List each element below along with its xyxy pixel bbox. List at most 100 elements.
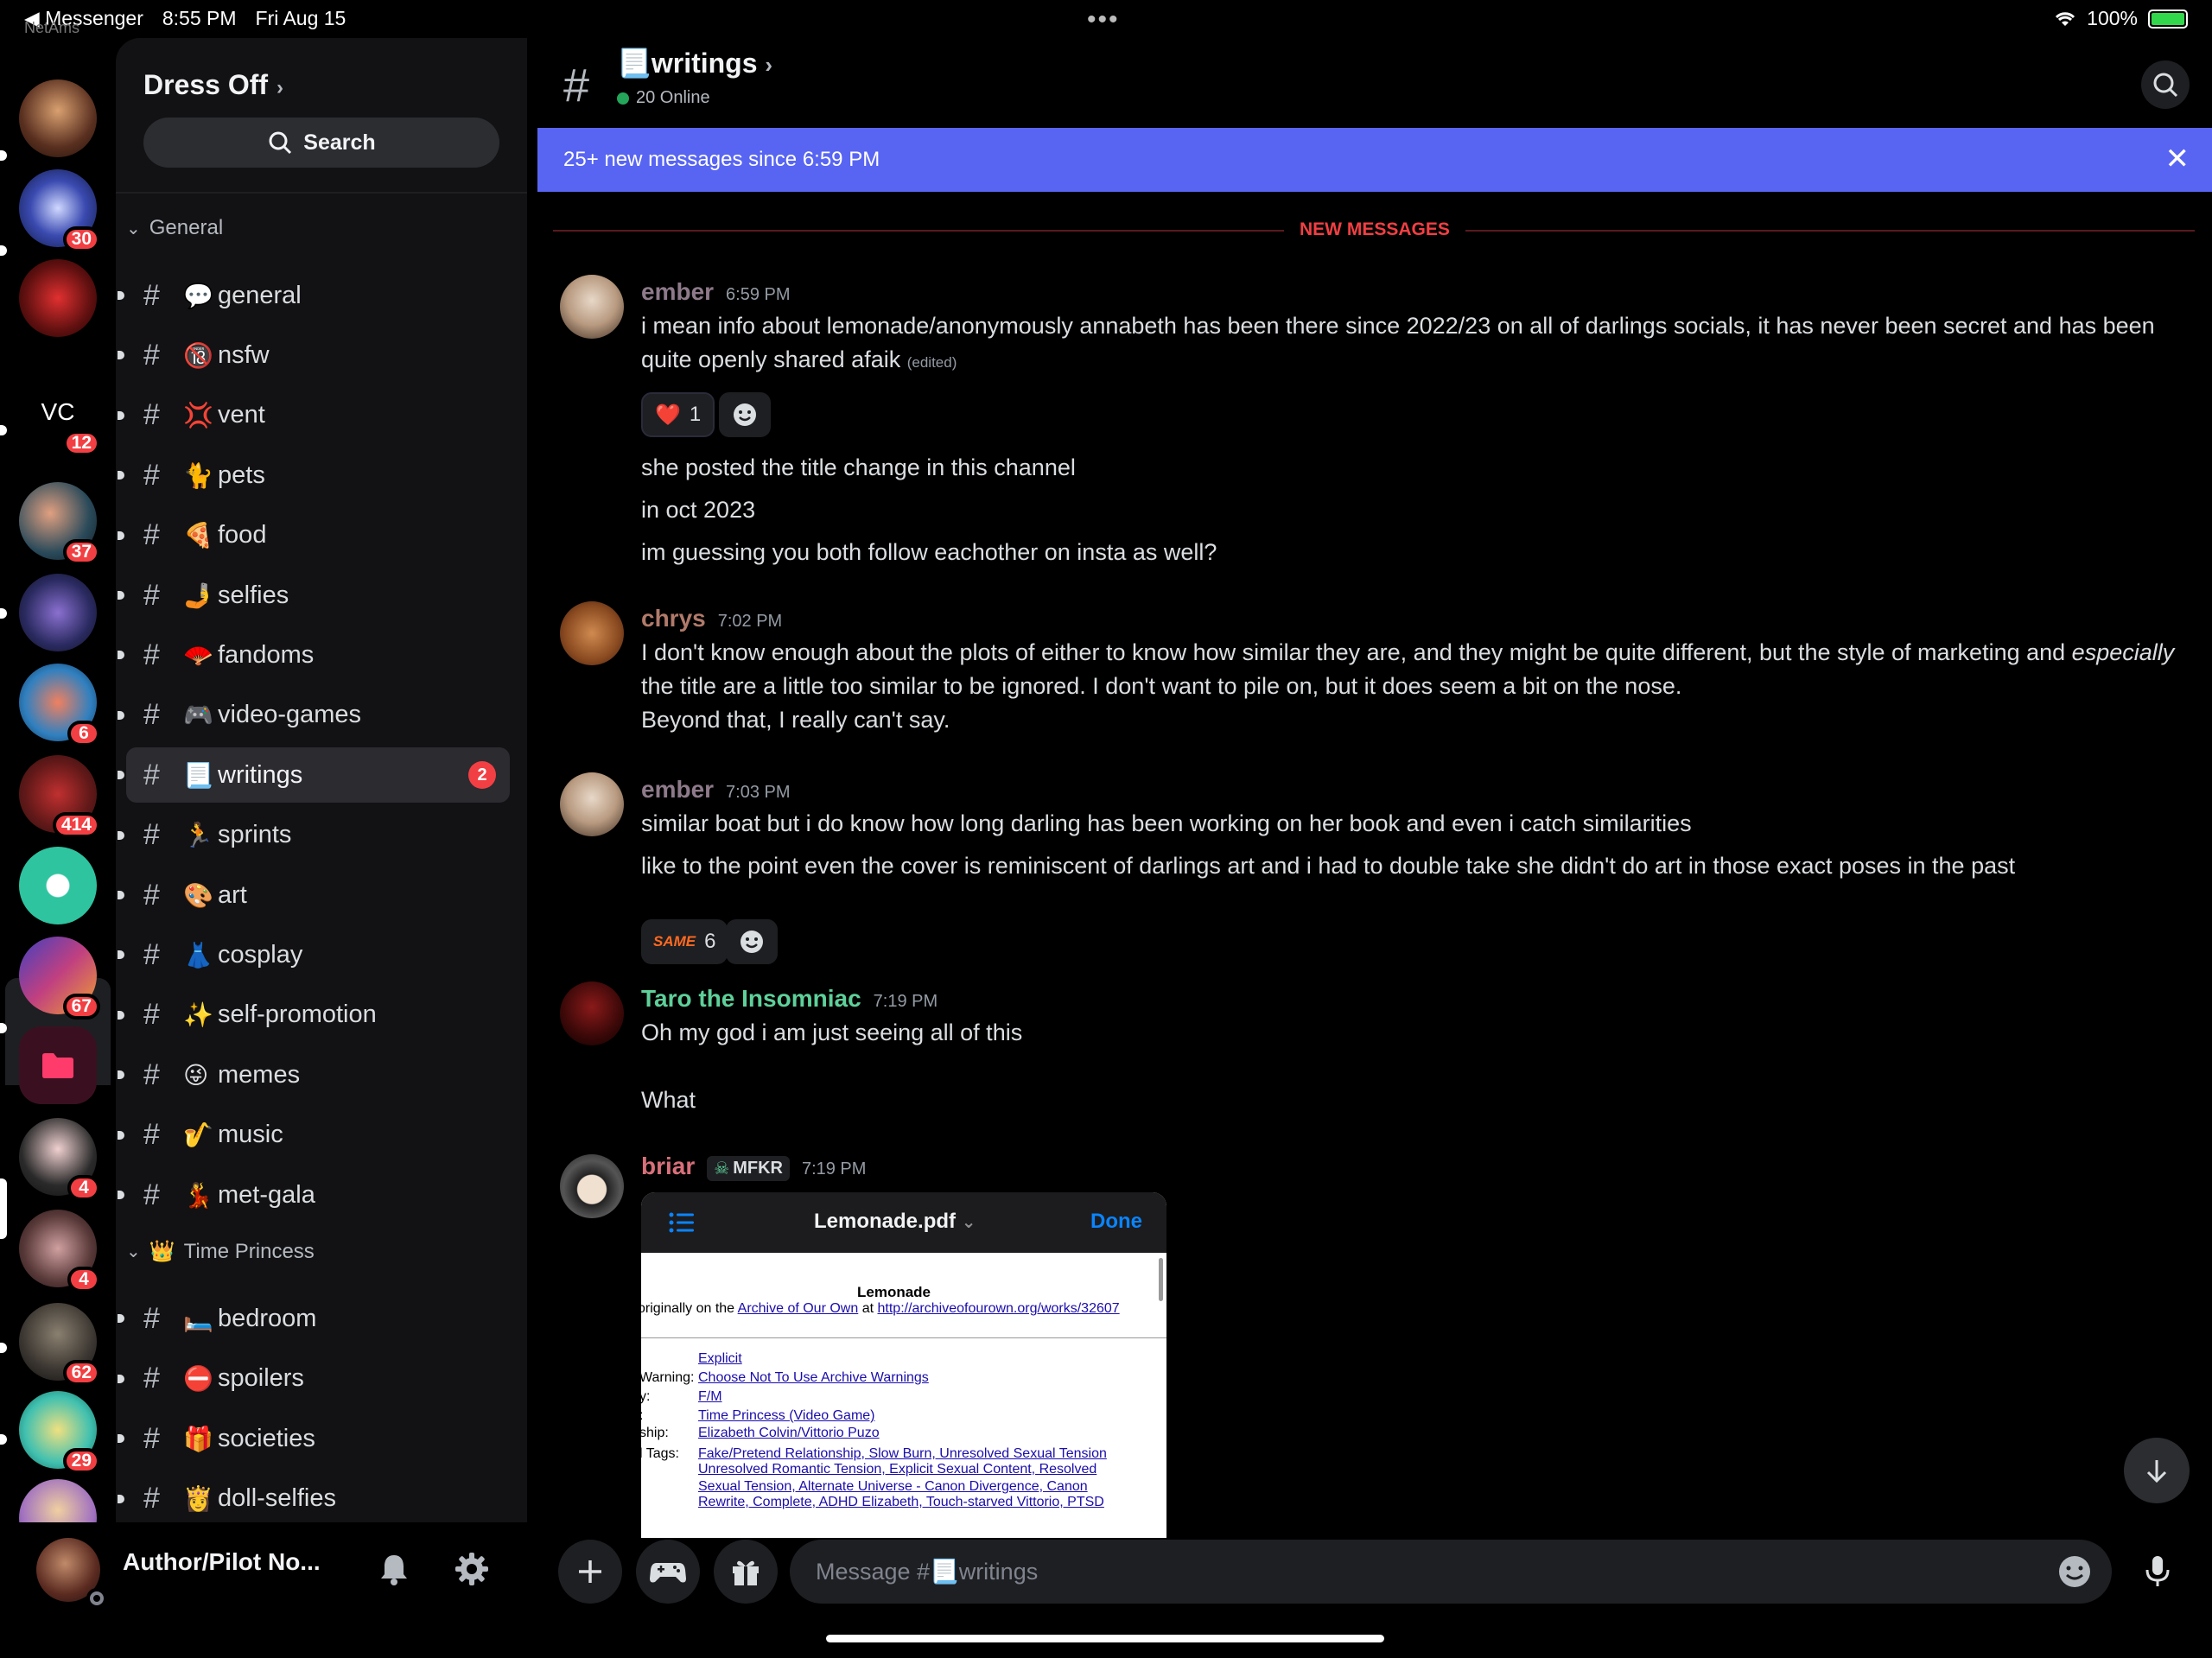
pdf-row-value[interactable]: F/M (698, 1389, 722, 1405)
message-author[interactable]: briar (641, 1153, 695, 1180)
channel-label: memes (218, 1060, 301, 1089)
channel-item-general[interactable]: # 💬 general (118, 268, 510, 323)
channel-item-spoilers[interactable]: # ⛔ spoilers (118, 1351, 510, 1407)
hash-icon: # (143, 278, 160, 312)
channel-item-video-games[interactable]: # 🎮 video-games (118, 688, 510, 743)
server-icon[interactable] (19, 847, 97, 924)
channel-item-selfies[interactable]: # 🤳 selfies (118, 568, 510, 623)
channel-item-bedroom[interactable]: # 🛏️ bedroom (118, 1291, 510, 1346)
role-tag[interactable]: ☠ MFKR (707, 1156, 790, 1181)
close-icon[interactable]: ✕ (2165, 142, 2190, 176)
add-reaction-button[interactable] (726, 919, 778, 964)
pdf-row-value[interactable]: Time Princess (Video Game) (698, 1408, 875, 1424)
pdf-row-value[interactable]: Rewrite, Complete, ADHD Elizabeth, Touch… (698, 1495, 1104, 1510)
chat-search-button[interactable] (2141, 60, 2190, 109)
activities-button[interactable] (636, 1540, 700, 1604)
channel-label: pets (218, 461, 265, 489)
avatar[interactable] (560, 601, 624, 665)
channel-item-memes[interactable]: # 😜 memes (118, 1047, 510, 1102)
server-icon[interactable] (19, 574, 97, 651)
pdf-row-value[interactable]: Choose Not To Use Archive Warnings (698, 1370, 929, 1386)
category-header[interactable]: ⌄ General (126, 216, 223, 240)
jump-to-bottom-button[interactable] (2124, 1438, 2190, 1503)
server-icon[interactable]: 4 (19, 1210, 100, 1293)
gift-button[interactable] (714, 1540, 778, 1604)
emoji-picker-icon[interactable] (2056, 1553, 2093, 1590)
avatar[interactable] (560, 981, 624, 1045)
channel-item-self-promotion[interactable]: # ✨ self-promotion (118, 988, 510, 1043)
server-folder[interactable] (19, 1026, 97, 1104)
pdf-attachment[interactable]: Lemonade.pdf ⌄ Done Lemonade originally … (641, 1192, 1166, 1538)
pdf-row-value[interactable]: Sexual Tension, Alternate Universe - Can… (698, 1479, 1088, 1495)
done-button[interactable]: Done (1090, 1210, 1142, 1234)
message-author[interactable]: chrys (641, 605, 706, 632)
avatar[interactable] (560, 772, 624, 836)
channel-item-fandoms[interactable]: # 🪭 fandoms (118, 627, 510, 683)
server-icon[interactable] (19, 259, 97, 337)
message-author[interactable]: ember (641, 776, 714, 804)
multitask-dots-icon[interactable]: ••• (1087, 5, 1120, 35)
pdf-ao3-link[interactable]: Archive of Our Own (738, 1301, 859, 1316)
server-icon-text[interactable]: VC 12 (19, 373, 100, 456)
avatar[interactable] (560, 275, 624, 339)
server-icon[interactable]: 67 (19, 937, 100, 1020)
channel-label: nsfw (218, 340, 270, 369)
pdf-file-name[interactable]: Lemonade.pdf ⌄ (814, 1210, 976, 1234)
channel-item-societies[interactable]: # 🎁 societies (118, 1411, 510, 1466)
search-button[interactable]: Search (143, 118, 499, 168)
add-attachment-button[interactable] (558, 1540, 622, 1604)
server-icon[interactable]: 62 (19, 1303, 100, 1386)
pdf-row-value[interactable]: Elizabeth Colvin/Vittorio Puzo (698, 1426, 880, 1441)
channel-item-doll-selfies[interactable]: # 👸 doll-selfies (118, 1471, 510, 1524)
server-name[interactable]: Dress Off › (143, 69, 283, 101)
server-icon[interactable]: 37 (19, 482, 100, 565)
server-icon[interactable]: 414 (19, 755, 100, 838)
channel-item-sprints[interactable]: # 🏃 sprints (118, 808, 510, 863)
smiley-icon (734, 403, 756, 426)
category-header[interactable]: ⌄ 👑 Time Princess (126, 1239, 315, 1264)
pdf-url-link[interactable]: http://archiveofourown.org/works/32607 (878, 1301, 1120, 1316)
message-author[interactable]: ember (641, 278, 714, 306)
reaction-heart[interactable]: ❤️ 1 (641, 392, 715, 437)
server-icon[interactable]: 30 (19, 169, 100, 252)
pdf-row-value[interactable]: Fake/Pretend Relationship, Slow Burn, Un… (698, 1446, 1107, 1462)
server-unread-pip (0, 245, 7, 256)
home-indicator[interactable] (826, 1635, 1384, 1642)
channel-item-cosplay[interactable]: # 👗 cosplay (118, 927, 510, 982)
message-author[interactable]: Taro the Insomniac (641, 985, 861, 1013)
notifications-button[interactable] (370, 1545, 418, 1593)
list-icon[interactable] (667, 1208, 696, 1237)
channel-item-art[interactable]: # 🎨 art (118, 867, 510, 923)
channel-item-pets[interactable]: # 🐈 pets (118, 448, 510, 503)
voice-message-button[interactable] (2126, 1540, 2190, 1604)
reaction-same[interactable]: SAME 6 (641, 919, 728, 964)
pdf-scrollbar[interactable] (1159, 1258, 1163, 1301)
server-icon[interactable]: 4 (19, 1118, 100, 1201)
add-reaction-button[interactable] (719, 392, 771, 437)
unread-pip (118, 410, 124, 420)
server-icon[interactable]: 29 (19, 1391, 100, 1474)
pdf-row-value[interactable]: Explicit (698, 1351, 742, 1367)
mention-badge: 12 (62, 430, 100, 456)
channel-emoji: 🎁 (183, 1425, 213, 1452)
channel-item-music[interactable]: # 🎷 music (118, 1108, 510, 1163)
message-line: the title are a little too similar to be… (641, 673, 1682, 699)
server-icon[interactable]: 6 (19, 664, 100, 746)
server-icon[interactable] (19, 79, 97, 157)
message-input[interactable]: Message #📃writings (790, 1540, 2112, 1604)
channel-item-met-gala[interactable]: # 💃 met-gala (118, 1167, 510, 1223)
avatar[interactable] (560, 1154, 624, 1218)
channel-item-food[interactable]: # 🍕 food (118, 508, 510, 563)
channel-title[interactable]: 📃writings › (617, 47, 772, 79)
chevron-down-icon: ⌄ (126, 219, 141, 238)
settings-button[interactable] (448, 1545, 496, 1593)
pdf-toolbar: Lemonade.pdf ⌄ Done (641, 1192, 1166, 1253)
user-display-name[interactable]: Author/Pilot No... (123, 1548, 321, 1576)
channel-label: food (218, 521, 267, 549)
pdf-row-value[interactable]: Unresolved Romantic Tension, Explicit Se… (698, 1462, 1096, 1477)
role-tag-label: MFKR (733, 1159, 783, 1178)
channel-item-writings[interactable]: # 📃 writings 2 (118, 747, 510, 804)
channel-item-nsfw[interactable]: # 🔞 nsfw (118, 327, 510, 383)
new-messages-banner[interactable]: 25+ new messages since 6:59 PM ✕ (537, 128, 2212, 192)
channel-item-vent[interactable]: # 💢 vent (118, 388, 510, 443)
